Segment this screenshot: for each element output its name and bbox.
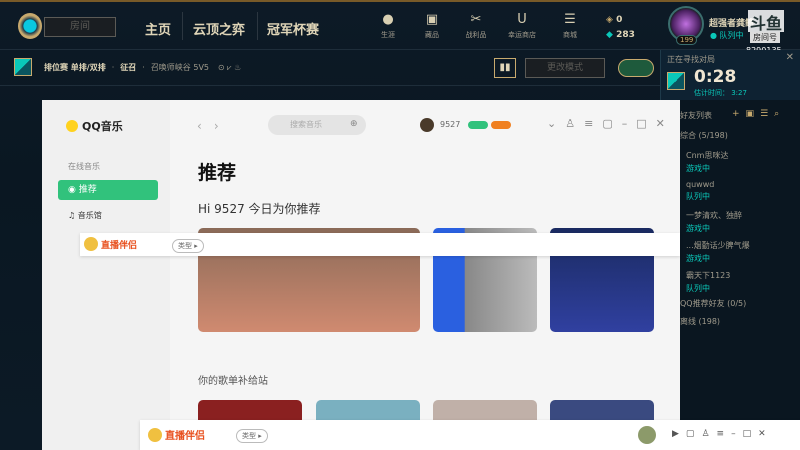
close-icon[interactable]: ✕ (758, 429, 773, 439)
friend-item[interactable]: 霸天下1123 队列中 (686, 270, 730, 294)
page-title: 推荐 (198, 162, 237, 184)
live-companion-logo-icon (84, 237, 98, 251)
player-level: 199 (676, 35, 698, 45)
add-friend-icon[interactable]: + (732, 109, 746, 119)
nav-tft[interactable]: 云顶之弈 (193, 19, 245, 38)
add-folder-icon[interactable]: ▣ (746, 109, 761, 119)
room-field[interactable]: 房间 (44, 17, 116, 37)
nav-clash[interactable]: 冠军杯赛 (267, 19, 319, 38)
back-icon[interactable]: ‹ (197, 119, 214, 133)
queue-title: 正在寻找对局 (667, 55, 715, 64)
essence-icon: ◈ (606, 15, 617, 25)
qq-music-window: QQ音乐 在线音乐 ◉ 推荐 ♫ 音乐馆 ‹› 搜索音乐 ⊕ 9527 ⌄♙≡▢… (42, 100, 680, 450)
loot-icon: ✂ (470, 12, 482, 27)
menu-icon[interactable]: ≡ (717, 429, 732, 439)
friends-panel: 好友列表 +▣☰⌕ 综合 (5/198) Cnm思咪达 游戏中 quwwd 队列中 … (660, 100, 800, 420)
collection-icon: ▣ (425, 12, 439, 27)
live-companion-logo: 直播伴侣 (148, 427, 205, 442)
nav-loot[interactable]: ✂ 战利品 (458, 12, 494, 40)
live-companion-logo-icon (148, 428, 162, 442)
nav-arrows[interactable]: ‹› (197, 119, 231, 133)
ranks-button[interactable]: ▮▮ (494, 58, 516, 78)
type-button[interactable]: 类型 ▸ (236, 429, 268, 443)
ranked-mode-icon (14, 58, 32, 76)
divider (257, 12, 258, 40)
minimize-icon[interactable]: – (622, 117, 637, 130)
section-heading: 你的歌单补给站 (198, 376, 268, 387)
sidebar-section-online: 在线音乐 (68, 162, 100, 171)
list-icon[interactable]: ☰ (760, 109, 774, 119)
skin-icon[interactable]: ♙ (565, 117, 584, 130)
sidebar-item-recommend[interactable]: ◉ 推荐 (58, 180, 158, 200)
maximize-icon[interactable]: □ (743, 429, 759, 439)
friend-group-offline[interactable]: 离线 (198) (680, 316, 720, 327)
close-icon[interactable]: ✕ (656, 117, 674, 130)
close-icon[interactable]: ✕ (786, 52, 794, 63)
gift-icon[interactable]: ▢ (686, 429, 702, 439)
friend-actions[interactable]: +▣☰⌕ (732, 109, 785, 119)
streamer-avatar[interactable] (638, 426, 656, 444)
search-icon[interactable]: ⌕ (774, 109, 785, 119)
change-mode-button[interactable]: 更改模式 (525, 58, 605, 78)
sidebar-item-music-hall[interactable]: ♫ 音乐馆 (68, 210, 102, 221)
player-status: ● 队列中 (710, 31, 744, 40)
rp-icon: ◆ (606, 30, 617, 40)
douyu-watermark: 斗鱼 (748, 10, 784, 33)
maximize-icon[interactable]: □ (636, 117, 655, 130)
user-avatar[interactable] (420, 118, 434, 132)
friend-group-qq[interactable]: QQ推荐好友 (0/5) (680, 298, 746, 309)
username[interactable]: 9527 (440, 120, 460, 129)
friend-item[interactable]: Cnm思咪达 游戏中 (686, 150, 728, 174)
play-icon[interactable]: ▶ (672, 429, 686, 439)
forward-icon[interactable]: › (214, 119, 231, 133)
queue-mode-icon (667, 72, 685, 90)
greeting: Hi 9527 今日为你推荐 (198, 202, 321, 216)
qq-music-logo: QQ音乐 (66, 118, 123, 134)
menu-icon[interactable]: ≡ (584, 117, 602, 130)
nav-profile[interactable]: ● 生涯 (370, 12, 406, 40)
type-button[interactable]: 类型 ▸ (172, 239, 204, 253)
skin-icon[interactable]: ♙ (701, 429, 716, 439)
divider (182, 12, 183, 40)
friend-item[interactable]: ...烟勤话少脾气爆 游戏中 (686, 240, 750, 264)
live-companion-logo: 直播伴侣 (84, 237, 137, 251)
voice-search-icon[interactable]: ⊕ (350, 119, 358, 129)
friend-item[interactable]: 一梦清欢、独醉 游戏中 (686, 210, 742, 234)
chevron-down-icon[interactable]: ⌄ (547, 117, 565, 130)
live-companion-controls[interactable]: ▶▢♙≡–□✕ (672, 429, 773, 439)
nav-collection[interactable]: ▣ 藏品 (414, 12, 450, 40)
position-icon: ⊙ ⩗ ♨ (217, 63, 242, 72)
friend-group-general[interactable]: 综合 (5/198) (680, 130, 728, 141)
lucky-store-icon: U (517, 12, 527, 27)
queue-estimate: 估计时间： 3:27 (694, 89, 747, 97)
nav-lucky-store[interactable]: U 幸运商店 (504, 12, 540, 40)
blue-essence: ◈ 0 (606, 15, 623, 25)
lol-logo-icon[interactable] (18, 13, 42, 39)
mini-mode-icon[interactable]: ▢ (602, 117, 621, 130)
qq-music-logo-icon (66, 120, 78, 132)
profile-icon: ● (382, 12, 394, 27)
friends-header: 好友列表 (680, 111, 712, 120)
friend-item[interactable]: quwwd 队列中 (686, 180, 714, 202)
vip-badge (468, 121, 488, 129)
live-companion-bar-ghost: 直播伴侣 类型 ▸ (80, 233, 680, 256)
store-icon: ☰ (564, 12, 576, 27)
nav-home[interactable]: 主页 (145, 19, 171, 38)
nav-store[interactable]: ☰ 商城 (552, 12, 588, 40)
room-number-label: 房间号 (750, 32, 780, 43)
qq-sidebar: QQ音乐 在线音乐 ◉ 推荐 ♫ 音乐馆 (42, 100, 170, 450)
window-controls[interactable]: ⌄♙≡▢–□✕ (547, 117, 674, 130)
queue-timer: 0:28 (694, 67, 737, 87)
minimize-icon[interactable]: – (731, 429, 743, 439)
riot-points: ◆ 283 (606, 30, 635, 40)
game-mode-info: 排位赛 单排/双排 · 征召 · 召唤师峡谷 5V5 ⊙ ⩗ ♨ (44, 63, 242, 72)
find-match-toggle[interactable] (618, 59, 654, 77)
level-badge (491, 121, 511, 129)
queue-panel: 正在寻找对局 ✕ 0:28 估计时间： 3:27 (660, 50, 800, 100)
